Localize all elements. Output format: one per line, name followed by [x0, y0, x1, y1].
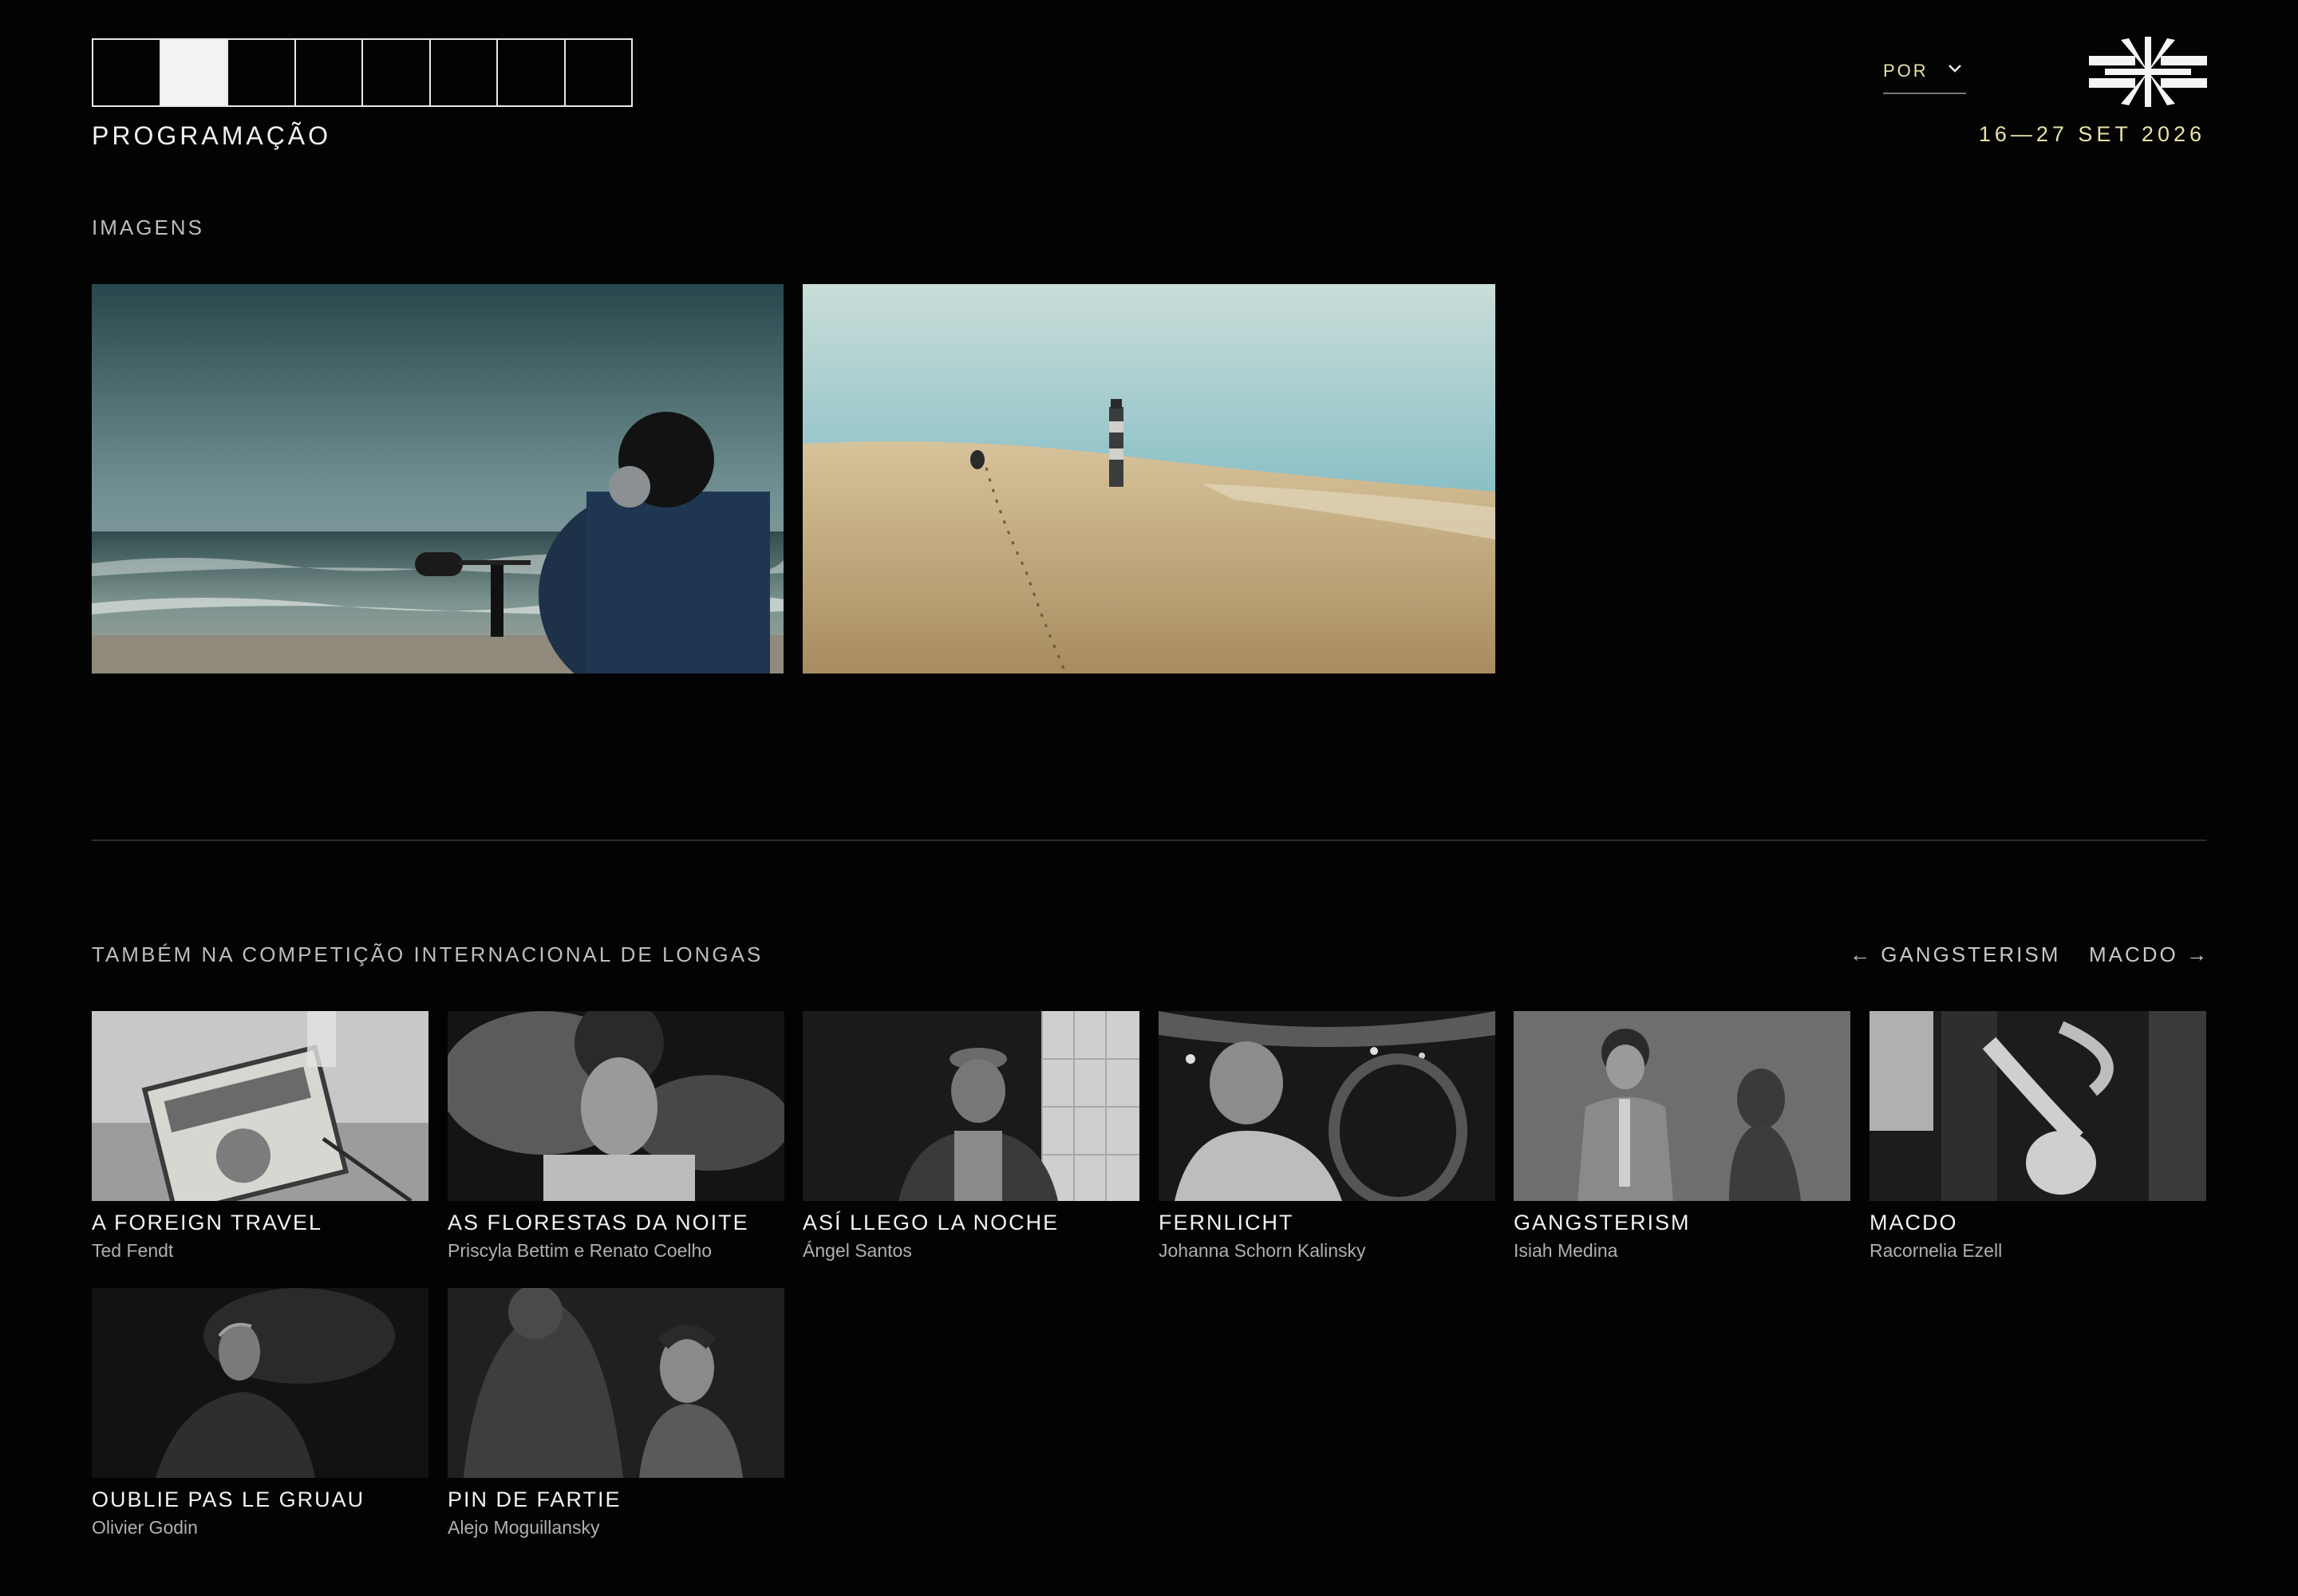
dune-lighthouse-image	[803, 284, 1495, 674]
film-card[interactable]: ASÍ LLEGO LA NOCHE Ángel Santos	[803, 1011, 1139, 1262]
film-card[interactable]: MACDO Racornelia Ezell	[1870, 1011, 2206, 1262]
hands-and-child-image	[1870, 1011, 2206, 1201]
film-still[interactable]	[92, 1011, 428, 1201]
film-title[interactable]: A FOREIGN TRAVEL	[92, 1211, 428, 1235]
film-title[interactable]: ASÍ LLEGO LA NOCHE	[803, 1211, 1139, 1235]
gallery-image-1[interactable]	[92, 284, 784, 674]
film-title[interactable]: OUBLIE PAS LE GRUAU	[92, 1487, 428, 1512]
film-card[interactable]: FERNLICHT Johanna Schorn Kalinsky	[1159, 1011, 1495, 1262]
film-director: Ted Fendt	[92, 1240, 174, 1261]
film-still[interactable]	[803, 1011, 1139, 1201]
nav-box-4[interactable]	[296, 40, 363, 105]
nav-box-1[interactable]	[93, 40, 161, 105]
film-card[interactable]: AS FLORESTAS DA NOITE Priscyla Bettim e …	[448, 1011, 784, 1262]
nav-box-3[interactable]	[228, 40, 296, 105]
festival-dates: 16—27 SET 2026	[1978, 122, 2205, 146]
driver-at-night-image	[1159, 1011, 1495, 1201]
film-title[interactable]: AS FLORESTAS DA NOITE	[448, 1211, 784, 1235]
page-title[interactable]: PROGRAMAÇÃO	[92, 121, 331, 151]
section-divider	[92, 839, 2206, 841]
language-select[interactable]: POR	[1883, 56, 1966, 94]
film-title[interactable]: GANGSTERISM	[1514, 1211, 1850, 1235]
previous-film-link[interactable]: ← GANGSTERISM	[1850, 942, 2060, 967]
film-director: Alejo Moguillansky	[448, 1517, 600, 1538]
film-title[interactable]: MACDO	[1870, 1211, 2206, 1235]
film-director: Priscyla Bettim e Renato Coelho	[448, 1240, 713, 1261]
smoke-portrait-image	[448, 1011, 784, 1201]
next-film-link[interactable]: MACDO →	[2089, 942, 2209, 967]
film-card[interactable]: A FOREIGN TRAVEL Ted Fendt	[92, 1011, 428, 1262]
film-card[interactable]: GANGSTERISM Isiah Medina	[1514, 1011, 1850, 1262]
nav-box-6[interactable]	[431, 40, 498, 105]
film-card[interactable]: OUBLIE PAS LE GRUAU Olivier Godin	[92, 1288, 428, 1539]
film-title[interactable]: PIN DE FARTIE	[448, 1487, 784, 1512]
film-still[interactable]	[1159, 1011, 1495, 1201]
film-director: Olivier Godin	[92, 1517, 198, 1538]
language-label: POR	[1883, 61, 1929, 81]
nav-box-7[interactable]	[498, 40, 566, 105]
film-card[interactable]: PIN DE FARTIE Alejo Moguillansky	[448, 1288, 784, 1539]
film-title[interactable]: FERNLICHT	[1159, 1211, 1495, 1235]
film-still[interactable]	[1870, 1011, 2206, 1201]
gallery-image-2[interactable]	[803, 284, 1495, 674]
nav-box-5[interactable]	[363, 40, 431, 105]
book-on-table-image	[92, 1011, 428, 1201]
man-in-doorway-image	[803, 1011, 1139, 1201]
gallery-heading: IMAGENS	[92, 215, 204, 239]
film-still[interactable]	[1514, 1011, 1850, 1201]
film-director: Isiah Medina	[1514, 1240, 1618, 1261]
festival-logo-icon[interactable]	[2089, 37, 2207, 107]
related-heading: TAMBÉM NA COMPETIÇÃO INTERNACIONAL DE LO…	[92, 942, 764, 966]
film-still[interactable]	[448, 1011, 784, 1201]
film-director: Johanna Schorn Kalinsky	[1159, 1240, 1366, 1261]
woman-in-dark-image	[92, 1288, 428, 1478]
programme-nav	[92, 38, 633, 107]
beach-sound-recordist-image	[92, 284, 784, 674]
chevron-down-icon	[1947, 56, 1963, 85]
nav-box-2-active[interactable]	[160, 40, 228, 105]
film-still[interactable]	[92, 1288, 428, 1478]
film-director: Racornelia Ezell	[1870, 1240, 2003, 1261]
film-still[interactable]	[448, 1288, 784, 1478]
two-figures-image	[448, 1288, 784, 1478]
nav-box-8[interactable]	[566, 40, 632, 105]
film-director: Ángel Santos	[803, 1240, 912, 1261]
man-and-shadow-image	[1514, 1011, 1850, 1201]
